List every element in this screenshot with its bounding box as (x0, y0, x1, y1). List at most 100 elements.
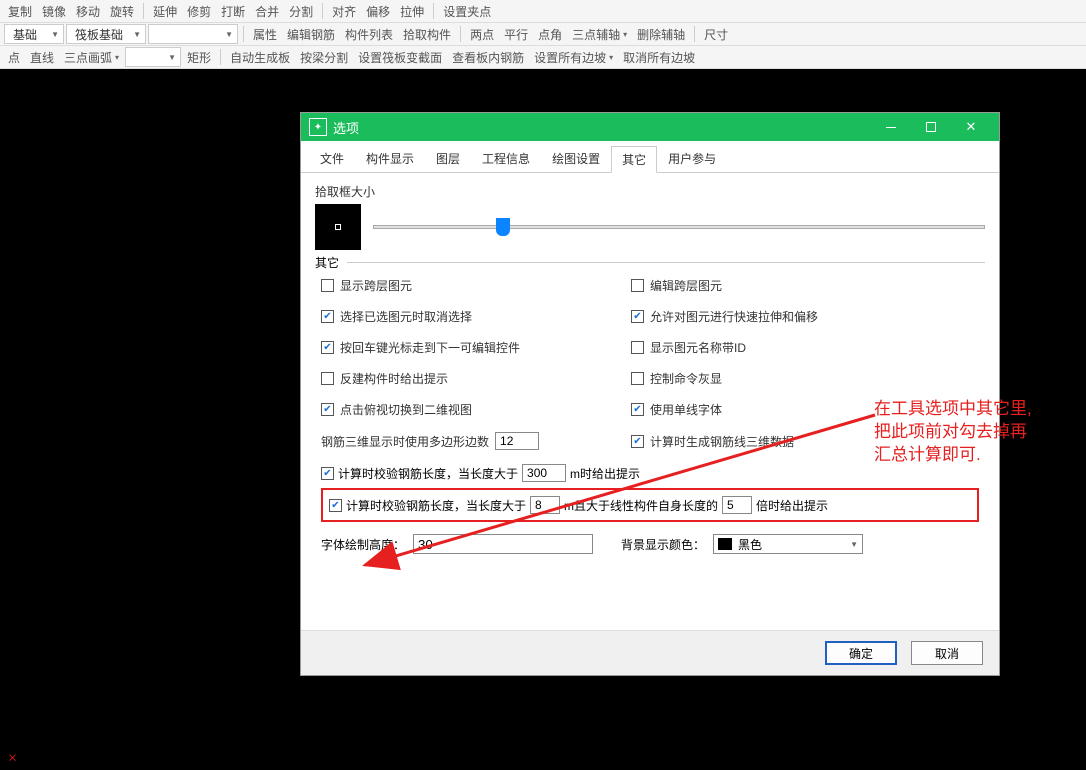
opt-select-cancel[interactable]: 选择已选图元时取消选择 (321, 308, 621, 325)
chevron-down-icon: ▾ (609, 53, 613, 62)
toolbar-row-1: 复制 镜像 移动 旋转 延伸 修剪 打断 合并 分割 对齐 偏移 拉伸 设置夹点 (0, 0, 1086, 23)
dialog-title-text: 选项 (333, 118, 871, 137)
calc-check-len2-input[interactable] (530, 496, 560, 514)
pick-preview (315, 204, 361, 250)
tab-project-info[interactable]: 工程信息 (471, 145, 541, 172)
cancel-all-edges-button[interactable]: 取消所有边坡 (619, 47, 699, 67)
opt-click-ortho-2d[interactable]: 点击俯视切换到二维视图 (321, 401, 621, 418)
two-point-button[interactable]: 两点 (466, 24, 498, 44)
rect-button[interactable]: 矩形 (183, 47, 215, 67)
options-dialog: ✦ 选项 ✕ 文件 构件显示 图层 工程信息 绘图设置 其它 用户参与 拾取框大… (300, 112, 1000, 676)
view-slab-rebar-button[interactable]: 查看板内钢筋 (448, 47, 528, 67)
stretch-button[interactable]: 拉伸 (396, 1, 428, 21)
auto-slab-button[interactable]: 自动生成板 (226, 47, 294, 67)
opt-show-name-id[interactable]: 显示图元名称带ID (631, 339, 979, 356)
ok-button[interactable]: 确定 (825, 641, 897, 665)
empty-dropdown[interactable]: ▼ (148, 24, 238, 44)
component-list-button[interactable]: 构件列表 (341, 24, 397, 44)
point-button[interactable]: 点 (4, 47, 24, 67)
checkbox-calc-check-1[interactable] (321, 467, 334, 480)
toolbar-row-2: 基础▼ 筏板基础▼ ▼ 属性 编辑钢筋 构件列表 拾取构件 两点 平行 点角 三… (0, 23, 1086, 46)
opt-edit-cross-layer[interactable]: 编辑跨层图元 (631, 277, 979, 294)
point-angle-button[interactable]: 点角 (534, 24, 566, 44)
copy-button[interactable]: 复制 (4, 1, 36, 21)
extend-button[interactable]: 延伸 (149, 1, 181, 21)
opt-show-cross-layer[interactable]: 显示跨层图元 (321, 277, 621, 294)
rotate-button[interactable]: 旋转 (106, 1, 138, 21)
align-button[interactable]: 对齐 (328, 1, 360, 21)
move-button[interactable]: 移动 (72, 1, 104, 21)
chevron-down-icon: ▼ (51, 30, 59, 39)
split-by-beam-button[interactable]: 按梁分割 (296, 47, 352, 67)
opt-enter-moves-next[interactable]: 按回车键光标走到下一可编辑控件 (321, 339, 621, 356)
calc-check-len2-mult-input[interactable] (722, 496, 752, 514)
dialog-tabs: 文件 构件显示 图层 工程信息 绘图设置 其它 用户参与 (301, 141, 999, 173)
break-button[interactable]: 打断 (217, 1, 249, 21)
close-button[interactable]: ✕ (951, 113, 991, 141)
tab-file[interactable]: 文件 (309, 145, 355, 172)
opt-reverse-prompt[interactable]: 反建构件时给出提示 (321, 370, 621, 387)
dialog-titlebar[interactable]: ✦ 选项 ✕ (301, 113, 999, 141)
split-button[interactable]: 分割 (285, 1, 317, 21)
tab-user-params[interactable]: 用户参与 (657, 145, 727, 172)
chevron-down-icon: ▼ (168, 53, 176, 62)
corner-mark: × (8, 750, 17, 768)
cancel-button[interactable]: 取消 (911, 641, 983, 665)
text-height-input[interactable] (413, 534, 593, 554)
opt-ctrl-cmd-gray[interactable]: 控制命令灰显 (631, 370, 979, 387)
chevron-down-icon: ▾ (115, 53, 119, 62)
merge-button[interactable]: 合并 (251, 1, 283, 21)
three-point-arc-button[interactable]: 三点画弧▾ (60, 47, 123, 67)
bottom-settings-row: 字体绘制高度： 背景显示颜色： 黑色 ▼ (321, 534, 979, 554)
bg-color-select[interactable]: 黑色 ▼ (713, 534, 863, 554)
three-point-axis-button[interactable]: 三点辅轴▾ (568, 24, 631, 44)
chevron-down-icon: ▾ (623, 30, 627, 39)
pick-size-slider[interactable] (373, 225, 985, 229)
opt-calc-check-len-2: 计算时校验钢筋长度，当长度大于 m且大于线性构件自身长度的 倍时给出提示 (329, 496, 971, 514)
line-button[interactable]: 直线 (26, 47, 58, 67)
toolbar-row-3: 点 直线 三点画弧▾ ▼ 矩形 自动生成板 按梁分割 设置筏板变截面 查看板内钢… (0, 46, 1086, 69)
empty-dropdown-2[interactable]: ▼ (125, 47, 181, 67)
trim-button[interactable]: 修剪 (183, 1, 215, 21)
chevron-down-icon: ▼ (133, 30, 141, 39)
opt-calc-check-len-1: 计算时校验钢筋长度，当长度大于 m时给出提示 (321, 464, 979, 482)
base-dropdown[interactable]: 基础▼ (4, 24, 64, 44)
text-height-label: 字体绘制高度： (321, 536, 405, 553)
offset-button[interactable]: 偏移 (362, 1, 394, 21)
other-fieldset: 其它 显示跨层图元 编辑跨层图元 选择已选图元时取消选择 允许对图元进行快速拉伸… (315, 262, 985, 620)
opt-rebar-3d-poly: 钢筋三维显示时使用多边形边数 (321, 432, 621, 450)
maximize-button[interactable] (911, 113, 951, 141)
opt-allow-quick-stretch[interactable]: 允许对图元进行快速拉伸和偏移 (631, 308, 979, 325)
dimension-button[interactable]: 尺寸 (700, 24, 732, 44)
tab-component-display[interactable]: 构件显示 (355, 145, 425, 172)
chevron-down-icon: ▼ (225, 30, 233, 39)
chevron-down-icon: ▼ (850, 540, 858, 549)
set-raft-section-button[interactable]: 设置筏板变截面 (354, 47, 446, 67)
other-legend: 其它 (315, 254, 347, 271)
minimize-button[interactable] (871, 113, 911, 141)
tab-draw-settings[interactable]: 绘图设置 (541, 145, 611, 172)
parallel-button[interactable]: 平行 (500, 24, 532, 44)
dialog-body: 拾取框大小 其它 显示跨层图元 编辑跨层图元 选择已选图元时取消选择 允许对图元… (301, 173, 999, 630)
tab-layer[interactable]: 图层 (425, 145, 471, 172)
opt-single-line-font[interactable]: 使用单线字体 (631, 401, 979, 418)
set-all-edges-button[interactable]: 设置所有边坡▾ (530, 47, 617, 67)
color-swatch-icon (718, 538, 732, 550)
pick-component-button[interactable]: 拾取构件 (399, 24, 455, 44)
dialog-icon: ✦ (309, 118, 327, 136)
bg-color-label: 背景显示颜色： (621, 536, 705, 553)
properties-button[interactable]: 属性 (249, 24, 281, 44)
slider-thumb[interactable] (496, 218, 510, 236)
rebar-3d-poly-input[interactable] (495, 432, 539, 450)
opt-calc-gen-3d[interactable]: 计算时生成钢筋线三维数据 (631, 432, 979, 450)
raft-base-dropdown[interactable]: 筏板基础▼ (66, 24, 146, 44)
highlighted-option: 计算时校验钢筋长度，当长度大于 m且大于线性构件自身长度的 倍时给出提示 (321, 488, 979, 522)
delete-axis-button[interactable]: 删除辅轴 (633, 24, 689, 44)
edit-rebar-button[interactable]: 编辑钢筋 (283, 24, 339, 44)
set-base-point-button[interactable]: 设置夹点 (439, 1, 495, 21)
dialog-footer: 确定 取消 (301, 630, 999, 675)
checkbox-calc-check-2[interactable] (329, 499, 342, 512)
calc-check-len1-input[interactable] (522, 464, 566, 482)
tab-other[interactable]: 其它 (611, 146, 657, 173)
mirror-button[interactable]: 镜像 (38, 1, 70, 21)
